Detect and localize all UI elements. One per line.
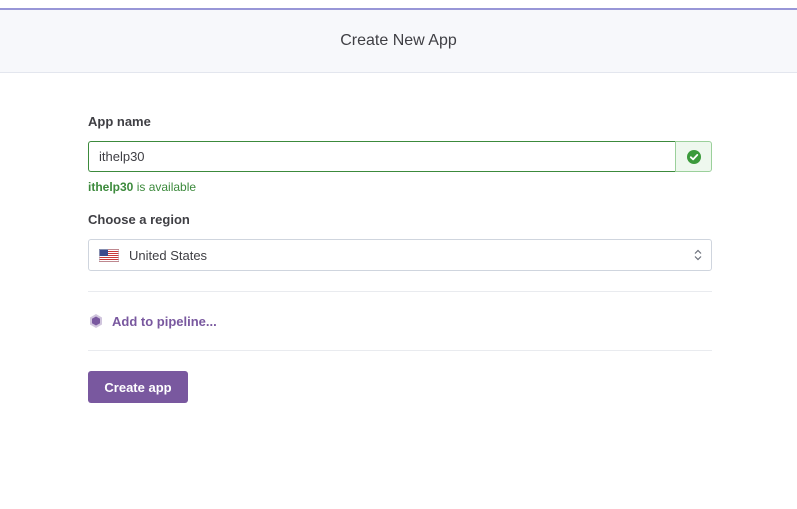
add-to-pipeline-label: Add to pipeline... <box>112 313 217 329</box>
app-name-input-group <box>88 141 712 172</box>
chevron-up-down-icon <box>694 249 702 261</box>
create-app-button[interactable]: Create app <box>88 371 188 403</box>
page-header: Create New App <box>0 10 797 73</box>
add-to-pipeline-link[interactable]: Add to pipeline... <box>88 292 712 350</box>
app-name-input[interactable] <box>88 141 675 172</box>
region-label: Choose a region <box>88 212 190 227</box>
page-title: Create New App <box>340 32 457 49</box>
create-app-form: App name ithelp30 is available Choose a … <box>88 110 712 403</box>
region-select[interactable]: United States <box>88 239 712 271</box>
us-flag-icon <box>99 248 119 262</box>
availability-status-addon <box>675 141 712 172</box>
section-divider-bottom <box>88 350 712 351</box>
availability-message: ithelp30 is available <box>88 180 712 194</box>
app-name-label: App name <box>88 114 151 129</box>
region-selected-value: United States <box>129 247 208 263</box>
availability-text: is available <box>133 180 197 194</box>
availability-app-name: ithelp30 <box>88 180 134 194</box>
pipeline-hexagon-icon <box>90 314 102 328</box>
check-circle-icon <box>686 149 701 164</box>
